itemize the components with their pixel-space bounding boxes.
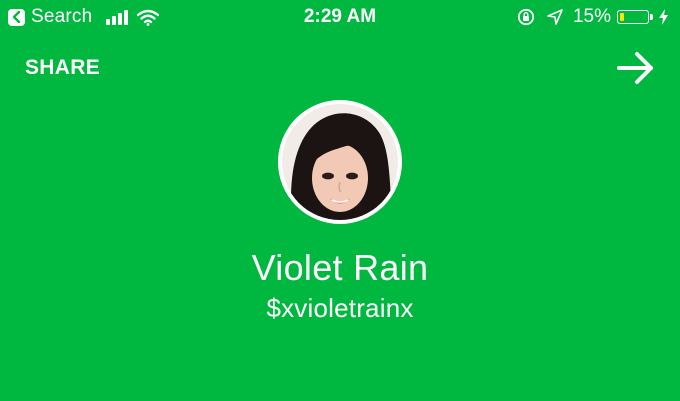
profile-avatar	[278, 100, 402, 224]
status-right: 15%	[517, 6, 668, 28]
avatar-photo	[282, 104, 398, 220]
profile-cashtag: $xvioletrainx	[266, 293, 414, 323]
battery-icon	[617, 10, 653, 24]
status-bar: Search 2:29 AM 15%	[0, 0, 680, 34]
share-button[interactable]: SHARE	[25, 56, 100, 80]
location-arrow-icon	[547, 9, 563, 25]
charging-bolt-icon	[659, 9, 668, 25]
orientation-lock-icon	[517, 8, 535, 26]
profile-name: Violet Rain	[251, 247, 429, 288]
battery-level-fill	[620, 13, 624, 21]
battery-percent: 15%	[572, 6, 611, 27]
arrow-right-icon[interactable]	[616, 50, 656, 86]
